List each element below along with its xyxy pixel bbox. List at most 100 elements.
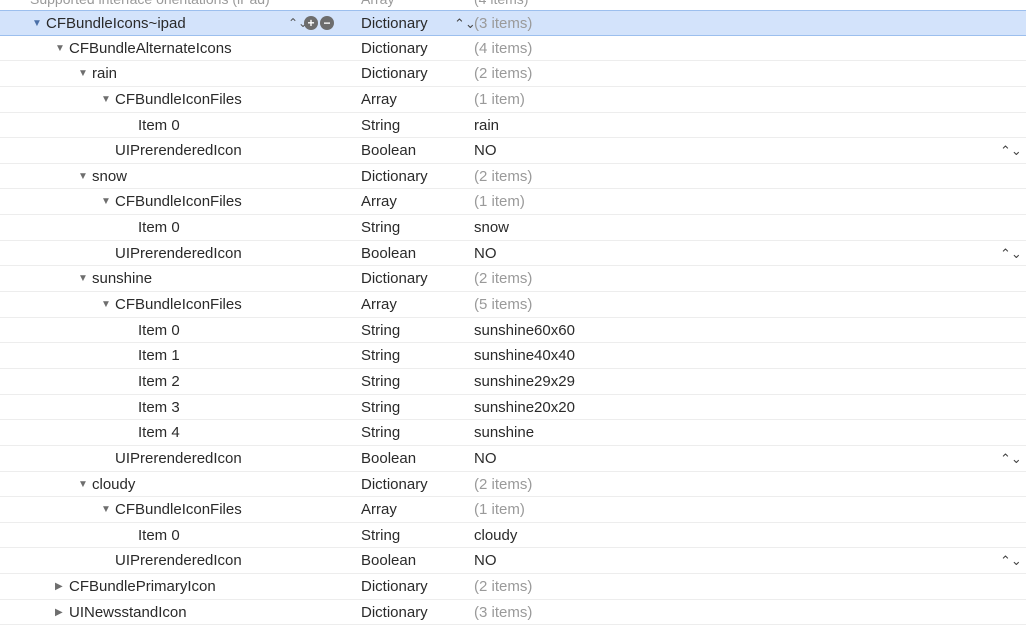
row-type[interactable]: Dictionary	[361, 472, 428, 497]
key-cell[interactable]: ▼ CFBundleIconFiles	[101, 87, 242, 112]
key-cell[interactable]: Item 0	[124, 523, 180, 548]
row-type[interactable]: Array	[361, 189, 397, 214]
plist-row[interactable]: ▼ rain Dictionary (2 items)	[0, 61, 1026, 87]
plist-row[interactable]: UIPrerenderedIcon Boolean NO ⌃⌄	[0, 138, 1026, 164]
row-type[interactable]: String	[361, 343, 400, 368]
row-type[interactable]: Dictionary	[361, 266, 428, 291]
row-value[interactable]: snow	[474, 215, 509, 240]
row-type[interactable]: String	[361, 395, 400, 420]
row-type[interactable]: String	[361, 113, 400, 138]
row-value[interactable]: rain	[474, 113, 499, 138]
disclosure-open-icon[interactable]: ▼	[101, 292, 115, 317]
row-type[interactable]: String	[361, 369, 400, 394]
row-value[interactable]: sunshine29x29	[474, 369, 575, 394]
plist-row[interactable]: ▼ CFBundleIconFiles Array (1 item)	[0, 189, 1026, 216]
disclosure-open-icon[interactable]: ▼	[55, 36, 69, 61]
key-cell[interactable]: Item 1	[124, 343, 180, 368]
key-cell[interactable]: ▼ snow	[78, 164, 127, 189]
value-stepper-icon[interactable]: ⌃⌄	[1000, 446, 1022, 471]
type-stepper-icon[interactable]: ⌃⌄	[454, 11, 476, 36]
row-type[interactable]: Boolean	[361, 446, 416, 471]
plist-row[interactable]: ▼ CFBundleIconFiles Array (5 items)	[0, 292, 1026, 318]
row-type[interactable]: Dictionary	[361, 61, 428, 86]
key-cell[interactable]: ▼ CFBundleIcons~ipad	[32, 11, 186, 36]
plist-row[interactable]: Item 1 String sunshine40x40	[0, 343, 1026, 369]
disclosure-open-icon[interactable]: ▼	[101, 87, 115, 112]
key-cell[interactable]: ▼ CFBundleIconFiles	[101, 497, 242, 522]
plist-row[interactable]: ▼ CFBundleIcons~ipad ⌃⌄+ − ⌃⌄ Dictionary (3 it…	[0, 10, 1026, 36]
key-cell[interactable]: UIPrerenderedIcon	[101, 446, 242, 471]
plist-row[interactable]: Item 0 String sunshine60x60	[0, 318, 1026, 344]
add-row-icon[interactable]: +	[304, 16, 318, 30]
row-type[interactable]: Dictionary	[361, 574, 428, 599]
disclosure-open-icon[interactable]: ▼	[78, 164, 92, 189]
plist-row[interactable]: ▼ CFBundleIconFiles Array (1 item)	[0, 497, 1026, 523]
row-type[interactable]: Array	[361, 497, 397, 522]
key-cell[interactable]: ▼ cloudy	[78, 472, 135, 497]
row-type[interactable]: Dictionary	[361, 164, 428, 189]
plist-row[interactable]: UIPrerenderedIcon Boolean NO ⌃⌄	[0, 241, 1026, 267]
key-cell[interactable]: Item 0	[124, 113, 180, 138]
plist-row[interactable]: UIPrerenderedIcon Boolean NO ⌃⌄	[0, 548, 1026, 575]
disclosure-closed-icon[interactable]: ▶	[55, 600, 69, 625]
remove-row-icon[interactable]: −	[320, 16, 334, 30]
key-cell[interactable]: ▼ CFBundleIconFiles	[101, 189, 242, 214]
row-value[interactable]: sunshine60x60	[474, 318, 575, 343]
key-cell[interactable]: UIPrerenderedIcon	[101, 241, 242, 266]
key-cell[interactable]: Item 3	[124, 395, 180, 420]
disclosure-open-icon[interactable]: ▼	[78, 61, 92, 86]
disclosure-open-icon[interactable]: ▼	[101, 189, 115, 214]
key-cell[interactable]: UIPrerenderedIcon	[101, 138, 242, 163]
key-cell[interactable]: ▼ CFBundleAlternateIcons	[55, 36, 232, 61]
plist-row[interactable]: Item 3 String sunshine20x20	[0, 395, 1026, 421]
key-cell[interactable]: Item 4	[124, 420, 180, 445]
row-value[interactable]: NO	[474, 241, 497, 266]
plist-row[interactable]: ▶ CFBundlePrimaryIcon Dictionary (2 items)	[0, 574, 1026, 600]
plist-row[interactable]: Item 0 String cloudy	[0, 523, 1026, 549]
plist-row[interactable]: Item 0 String snow	[0, 215, 1026, 241]
disclosure-open-icon[interactable]: ▼	[78, 266, 92, 291]
key-cell[interactable]: ▼ CFBundleIconFiles	[101, 292, 242, 317]
row-type[interactable]: Dictionary	[361, 11, 428, 36]
row-value[interactable]: sunshine20x20	[474, 395, 575, 420]
key-stepper-icon[interactable]: ⌃⌄	[288, 16, 308, 30]
key-cell[interactable]: UIPrerenderedIcon	[101, 548, 242, 573]
plist-row[interactable]: Item 0 String rain	[0, 113, 1026, 139]
plist-row[interactable]: Item 2 String sunshine29x29	[0, 369, 1026, 395]
plist-row[interactable]: Item 4 String sunshine	[0, 420, 1026, 446]
disclosure-open-icon[interactable]: ▼	[78, 472, 92, 497]
plist-row[interactable]: ▼ CFBundleIconFiles Array (1 item)	[0, 87, 1026, 113]
value-stepper-icon[interactable]: ⌃⌄	[1000, 548, 1022, 573]
disclosure-open-icon[interactable]: ▼	[101, 497, 115, 522]
row-type[interactable]: Boolean	[361, 138, 416, 163]
key-cell[interactable]: ▼ rain	[78, 61, 117, 86]
plist-row[interactable]: ▼ sunshine Dictionary (2 items)	[0, 266, 1026, 293]
row-type[interactable]: String	[361, 215, 400, 240]
row-value[interactable]: NO	[474, 548, 497, 573]
row-value[interactable]: NO	[474, 446, 497, 471]
row-type[interactable]: Dictionary	[361, 36, 428, 61]
key-cell[interactable]: Item 2	[124, 369, 180, 394]
value-stepper-icon[interactable]: ⌃⌄	[1000, 241, 1022, 266]
row-type[interactable]: Dictionary	[361, 600, 428, 625]
row-type[interactable]: Array	[361, 292, 397, 317]
row-value[interactable]: sunshine40x40	[474, 343, 575, 368]
plist-row[interactable]: ▼ CFBundleAlternateIcons Dictionary (4 item…	[0, 36, 1026, 62]
row-type[interactable]: String	[361, 420, 400, 445]
disclosure-open-icon[interactable]: ▼	[32, 11, 46, 36]
partial-row-supported-orientations[interactable]: Supported interface orientations (iPad) …	[0, 0, 1026, 9]
row-type[interactable]: Boolean	[361, 241, 416, 266]
row-value[interactable]: sunshine	[474, 420, 534, 445]
key-cell[interactable]: ▶ UINewsstandIcon	[55, 600, 187, 625]
row-type[interactable]: Boolean	[361, 548, 416, 573]
row-type[interactable]: Array	[361, 87, 397, 112]
row-value[interactable]: NO	[474, 138, 497, 163]
row-value[interactable]: cloudy	[474, 523, 517, 548]
plist-row[interactable]: ▼ cloudy Dictionary (2 items)	[0, 472, 1026, 498]
key-cell[interactable]: ▶ CFBundlePrimaryIcon	[55, 574, 216, 599]
plist-row[interactable]: ▶ UINewsstandIcon Dictionary (3 items)	[0, 600, 1026, 626]
plist-row[interactable]: ▼ snow Dictionary (2 items)	[0, 164, 1026, 190]
row-type[interactable]: String	[361, 523, 400, 548]
key-cell[interactable]: Item 0	[124, 318, 180, 343]
plist-row[interactable]: UIPrerenderedIcon Boolean NO ⌃⌄	[0, 446, 1026, 472]
